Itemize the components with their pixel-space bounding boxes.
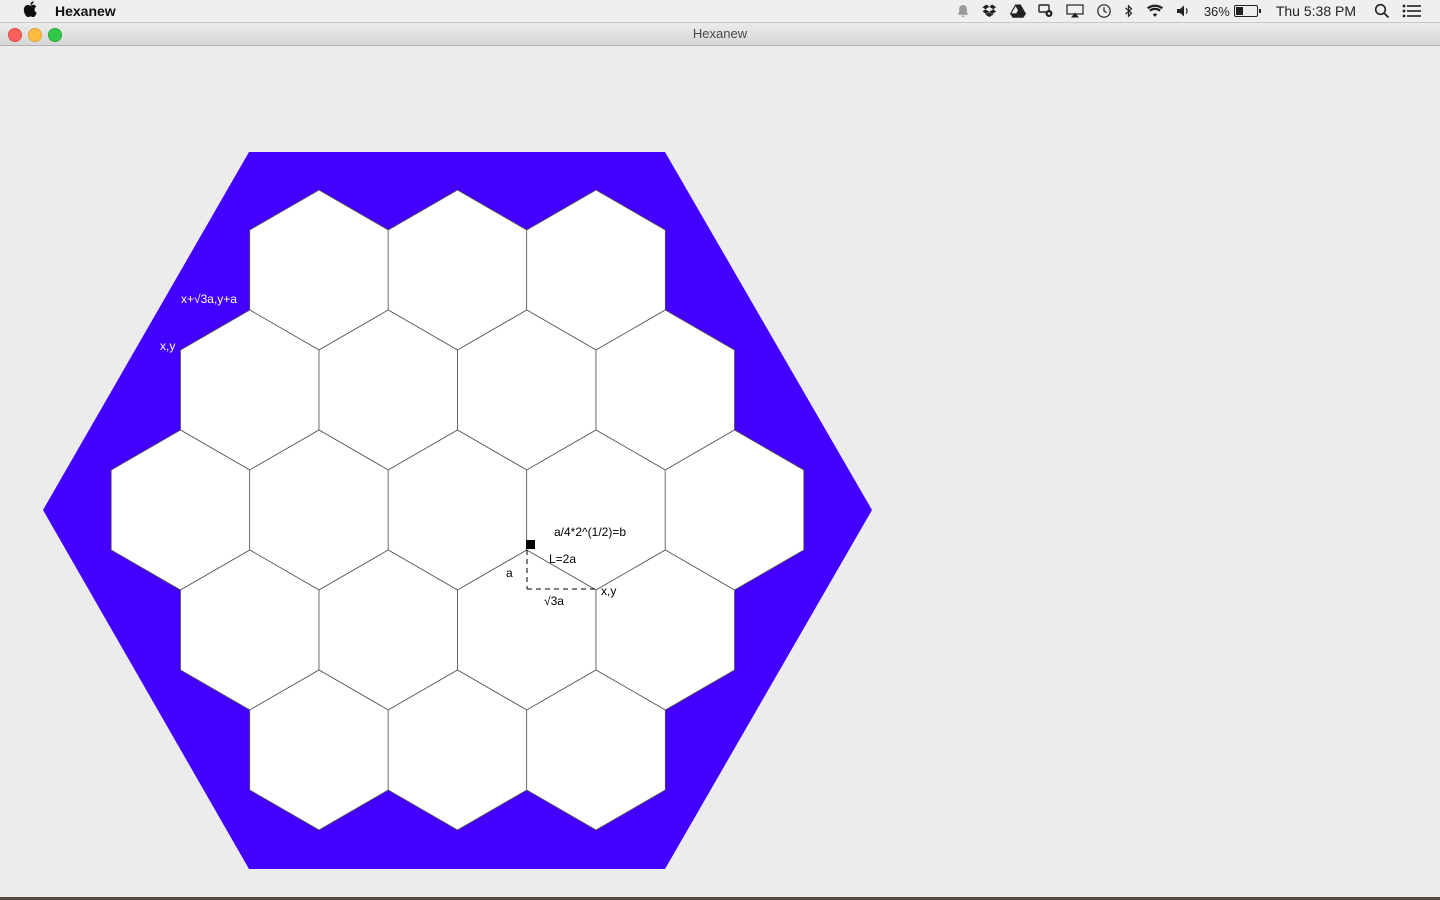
sync-icon[interactable] bbox=[1038, 4, 1054, 18]
app-menu-name[interactable]: Hexanew bbox=[55, 3, 116, 19]
point-xy-label: x,y bbox=[601, 584, 616, 598]
volume-icon[interactable] bbox=[1176, 4, 1192, 18]
bluetooth-icon[interactable] bbox=[1124, 4, 1134, 18]
battery-percent: 36% bbox=[1203, 3, 1230, 19]
dropbox-icon[interactable] bbox=[982, 4, 998, 18]
time-machine-icon[interactable] bbox=[1096, 3, 1112, 19]
battery-icon bbox=[1233, 5, 1261, 17]
menu-bar: Hexanew 36% Thu 5:38 PM bbox=[0, 0, 1440, 23]
notification-bell-icon[interactable] bbox=[956, 4, 970, 18]
side-root3a-label: √3a bbox=[544, 594, 564, 608]
battery-status[interactable]: 36% bbox=[1203, 3, 1261, 19]
center-point-marker bbox=[526, 540, 535, 549]
side-length-label: L=2a bbox=[549, 552, 576, 566]
corner-label-upper: x+√3a,y+a bbox=[181, 292, 237, 306]
clock[interactable]: Thu 5:38 PM bbox=[1276, 3, 1356, 19]
notification-center-icon[interactable] bbox=[1402, 4, 1422, 18]
apple-logo-icon[interactable] bbox=[20, 1, 40, 21]
hex-board-canvas[interactable]: x+√3a,y+a x,y a/4*2^(1/2)=b L=2a a √3a x… bbox=[0, 23, 1440, 897]
google-drive-icon[interactable] bbox=[1009, 4, 1026, 18]
spotlight-icon[interactable] bbox=[1374, 3, 1390, 19]
app-window: Hexanew x+√3a,y+a x,y a/4*2^(1/2)=b L=2a… bbox=[0, 23, 1440, 897]
formula-label: a/4*2^(1/2)=b bbox=[554, 525, 626, 539]
side-a-label: a bbox=[506, 566, 513, 580]
wifi-icon[interactable] bbox=[1146, 4, 1164, 18]
corner-label-lower: x,y bbox=[160, 339, 175, 353]
airplay-icon[interactable] bbox=[1066, 4, 1084, 18]
